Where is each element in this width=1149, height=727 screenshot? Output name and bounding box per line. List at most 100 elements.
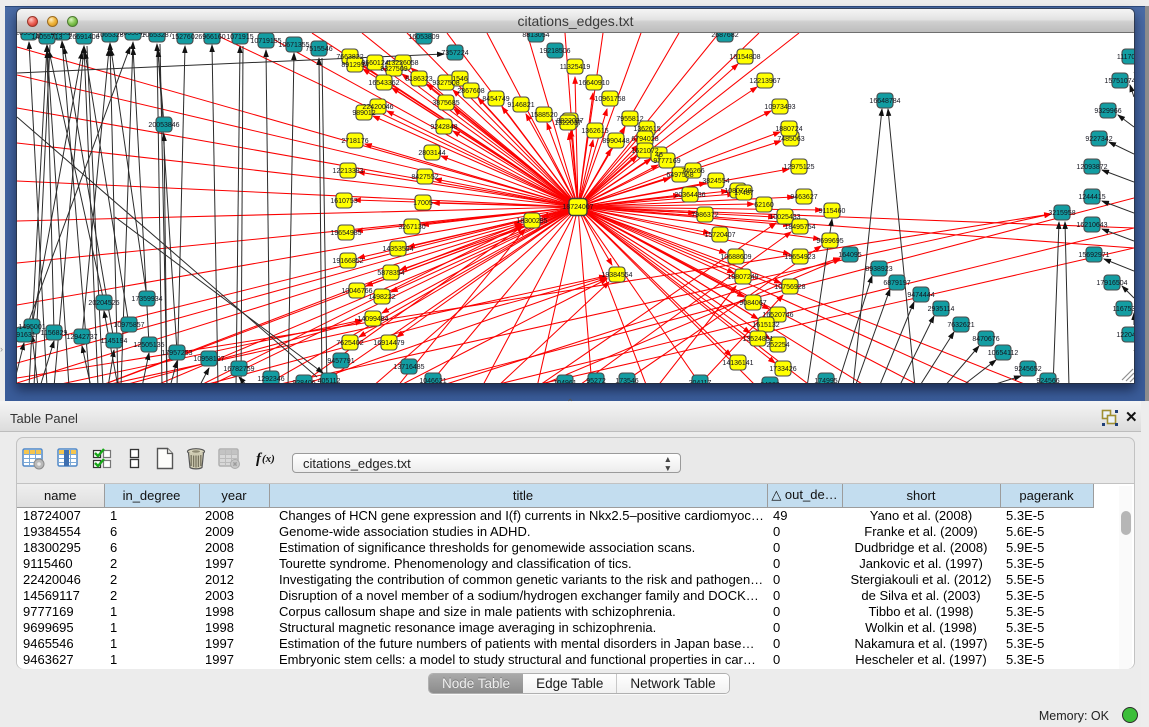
svg-text:12942737: 12942737 bbox=[66, 334, 97, 341]
svg-text:16210643: 16210643 bbox=[1076, 222, 1107, 229]
svg-text:10719155: 10719155 bbox=[250, 38, 281, 45]
svg-text:11325419: 11325419 bbox=[560, 64, 591, 71]
svg-text:2935114: 2935114 bbox=[928, 306, 955, 313]
svg-text:7625402: 7625402 bbox=[336, 340, 363, 347]
svg-text:6966160: 6966160 bbox=[198, 34, 225, 41]
svg-text:10961758: 10961758 bbox=[594, 96, 625, 103]
svg-text:19654923: 19654923 bbox=[784, 254, 815, 261]
svg-text:3824554: 3824554 bbox=[702, 178, 729, 185]
svg-text:19384554: 19384554 bbox=[601, 272, 632, 279]
svg-text:10654112: 10654112 bbox=[988, 350, 1019, 357]
svg-text:116753: 116753 bbox=[1113, 306, 1134, 313]
svg-text:7632621: 7632621 bbox=[947, 322, 974, 329]
svg-text:1244415: 1244415 bbox=[1078, 194, 1105, 201]
svg-text:3215958: 3215958 bbox=[1048, 210, 1075, 217]
svg-text:12505135: 12505135 bbox=[133, 342, 164, 349]
svg-text:18807249: 18807249 bbox=[727, 274, 758, 281]
svg-text:8470676: 8470676 bbox=[972, 336, 999, 343]
svg-text:(x): (x) bbox=[262, 453, 275, 465]
svg-text:1615132: 1615132 bbox=[752, 322, 779, 329]
svg-text:252254: 252254 bbox=[766, 342, 789, 349]
svg-text:1527602: 1527602 bbox=[171, 34, 198, 41]
svg-text:19654985: 19654985 bbox=[330, 230, 361, 237]
svg-text:18300295: 18300295 bbox=[516, 218, 547, 225]
svg-text:9115460: 9115460 bbox=[819, 208, 846, 215]
svg-text:16543362: 16543362 bbox=[368, 80, 399, 87]
svg-text:2867608: 2867608 bbox=[457, 88, 484, 95]
svg-text:1117042: 1117042 bbox=[1117, 54, 1134, 61]
svg-text:7986372: 7986372 bbox=[691, 212, 718, 219]
svg-text:10653287: 10653287 bbox=[141, 33, 172, 39]
svg-text:928406: 928406 bbox=[292, 380, 315, 383]
svg-text:10025433: 10025433 bbox=[769, 214, 800, 221]
svg-text:8813054: 8813054 bbox=[522, 33, 549, 39]
svg-text:1156829: 1156829 bbox=[41, 330, 68, 337]
svg-text:173546: 173546 bbox=[615, 378, 638, 383]
svg-text:1220435: 1220435 bbox=[1116, 332, 1134, 339]
svg-text:7955812: 7955812 bbox=[616, 116, 643, 123]
svg-text:8990448: 8990448 bbox=[602, 138, 629, 145]
svg-text:62160: 62160 bbox=[754, 202, 774, 209]
svg-text:12093872: 12093872 bbox=[1076, 164, 1107, 171]
svg-text:12213967: 12213967 bbox=[749, 78, 780, 85]
svg-text:3267130: 3267130 bbox=[398, 224, 425, 231]
svg-text:3875685: 3875685 bbox=[432, 100, 459, 107]
svg-text:15692971: 15692971 bbox=[1078, 252, 1109, 259]
svg-text:26691406: 26691406 bbox=[68, 34, 99, 41]
svg-text:1145194: 1145194 bbox=[101, 338, 128, 345]
svg-text:17957253: 17957253 bbox=[161, 350, 192, 357]
svg-text:16640910: 16640910 bbox=[578, 80, 609, 87]
svg-text:6794028: 6794028 bbox=[631, 136, 658, 143]
svg-text:20204526: 20204526 bbox=[88, 300, 119, 307]
svg-text:8454749: 8454749 bbox=[482, 96, 509, 103]
svg-text:17487: 17487 bbox=[734, 190, 754, 197]
svg-text:16648784: 16648784 bbox=[869, 98, 900, 105]
svg-text:1546: 1546 bbox=[452, 76, 468, 83]
svg-text:16520746: 16520746 bbox=[762, 312, 793, 319]
svg-text:18724007: 18724007 bbox=[562, 204, 593, 211]
svg-text:2718176: 2718176 bbox=[341, 138, 368, 145]
svg-text:1046621: 1046621 bbox=[419, 378, 446, 383]
svg-text:19166852: 19166852 bbox=[332, 258, 363, 265]
svg-text:1322037: 1322037 bbox=[554, 120, 581, 127]
svg-text:9329966: 9329966 bbox=[1094, 108, 1121, 115]
svg-text:9146821: 9146821 bbox=[507, 102, 534, 109]
svg-text:10975857: 10975857 bbox=[113, 322, 144, 329]
svg-text:16914479: 16914479 bbox=[373, 340, 404, 347]
svg-text:14353594: 14353594 bbox=[382, 246, 413, 253]
svg-text:1588520: 1588520 bbox=[530, 112, 557, 119]
svg-text:174995: 174995 bbox=[814, 378, 837, 383]
svg-text:20053846: 20053846 bbox=[148, 122, 179, 129]
svg-text:2803144: 2803144 bbox=[418, 150, 445, 157]
svg-text:15751074: 15751074 bbox=[1104, 78, 1134, 85]
svg-text:10756928: 10756928 bbox=[774, 284, 805, 291]
svg-text:9474444: 9474444 bbox=[907, 292, 934, 299]
svg-text:10958107: 10958107 bbox=[193, 356, 224, 363]
svg-text:1292346: 1292346 bbox=[257, 376, 284, 383]
svg-text:8186323: 8186323 bbox=[405, 76, 432, 83]
svg-text:16154808: 16154808 bbox=[729, 54, 760, 61]
svg-text:15720407: 15720407 bbox=[704, 232, 735, 239]
svg-text:9463627: 9463627 bbox=[790, 194, 817, 201]
svg-text:7357224: 7357224 bbox=[441, 50, 468, 57]
svg-text:9777169: 9777169 bbox=[653, 158, 680, 165]
svg-text:10688609: 10688609 bbox=[720, 254, 751, 261]
svg-text:8427552: 8427552 bbox=[411, 174, 438, 181]
svg-text:1733426: 1733426 bbox=[769, 366, 796, 373]
svg-text:5878354: 5878354 bbox=[377, 270, 404, 277]
svg-text:17005: 17005 bbox=[413, 200, 433, 207]
svg-text:6879197: 6879197 bbox=[883, 280, 910, 287]
svg-text:1880724: 1880724 bbox=[775, 126, 802, 133]
svg-text:989012: 989012 bbox=[352, 110, 375, 117]
svg-text:10973493: 10973493 bbox=[764, 104, 795, 111]
svg-text:9084067: 9084067 bbox=[739, 300, 766, 307]
svg-text:2687682: 2687682 bbox=[711, 33, 738, 39]
svg-text:12975125: 12975125 bbox=[783, 164, 814, 171]
svg-text:1362615: 1362615 bbox=[633, 126, 660, 133]
svg-text:9245652: 9245652 bbox=[1014, 366, 1041, 373]
svg-text:1498222: 1498222 bbox=[368, 294, 395, 301]
svg-text:16053809: 16053809 bbox=[408, 34, 439, 41]
svg-text:104961: 104961 bbox=[553, 380, 576, 383]
svg-text:204117: 204117 bbox=[689, 380, 712, 383]
svg-text:7485063: 7485063 bbox=[777, 136, 804, 143]
